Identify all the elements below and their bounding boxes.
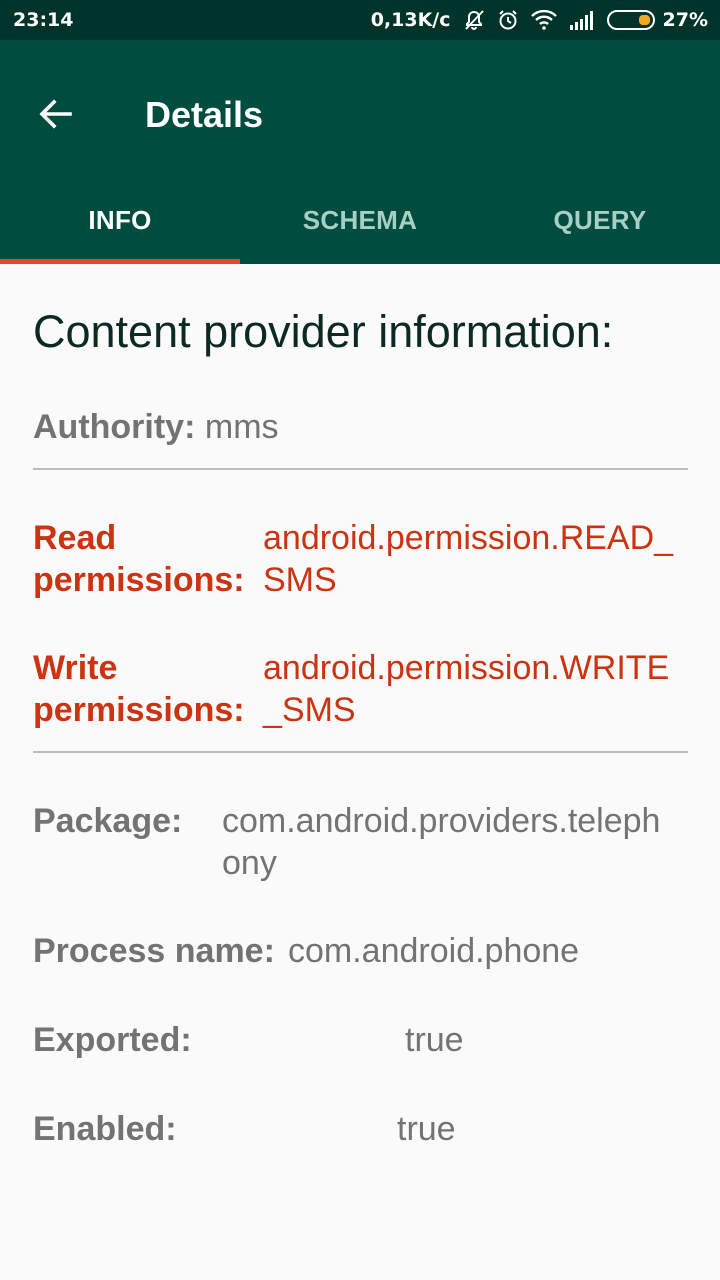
page-title: Details (145, 94, 264, 135)
tab-schema[interactable]: SCHEMA (240, 176, 480, 264)
network-speed: 0,13K/c (370, 9, 451, 31)
read-permissions-value: android.permission.READ_ SMS (263, 519, 674, 599)
write-permissions-row: Write permissions: android.permission.WR… (33, 647, 688, 731)
package-row: Package: com.android.providers.teleph on… (33, 800, 688, 884)
process-name-label: Process name: (33, 932, 275, 970)
enabled-row: Enabled: true (33, 1108, 688, 1150)
back-button[interactable] (28, 86, 84, 142)
write-permissions-label: Write permissions: (33, 649, 245, 729)
exported-label: Exported: (33, 1021, 192, 1059)
read-permissions-row: Read permissions: android.permission.REA… (33, 517, 688, 601)
authority-row: Authority: mms (33, 406, 279, 448)
wifi-icon (530, 10, 557, 30)
tab-info[interactable]: INFO (0, 176, 240, 264)
status-time: 23:14 (13, 9, 74, 31)
divider (33, 751, 688, 753)
status-bar: 23:14 0,13K/c 27% (0, 0, 720, 40)
package-value: com.android.providers.teleph ony (222, 802, 661, 882)
exported-value: true (405, 1021, 464, 1059)
arrow-back-icon (39, 99, 72, 129)
read-permissions-label: Read permissions: (33, 519, 245, 599)
signal-icon (569, 10, 595, 30)
tab-query[interactable]: QUERY (480, 176, 720, 264)
enabled-value: true (397, 1110, 456, 1148)
process-name-row: Process name: com.android.phone (33, 930, 688, 972)
package-label: Package: (33, 802, 183, 840)
mute-icon (463, 9, 485, 31)
divider (33, 468, 688, 470)
battery-icon (606, 10, 655, 30)
authority-value: mms (204, 408, 279, 446)
authority-label: Authority: (33, 408, 196, 446)
app-bar: Details INFO SCHEMA QUERY (0, 40, 720, 264)
battery-level (638, 15, 650, 25)
tab-bar: INFO SCHEMA QUERY (0, 176, 720, 264)
alarm-icon (497, 9, 519, 31)
battery-percent: 27% (662, 9, 708, 31)
process-name-value: com.android.phone (288, 932, 580, 970)
write-permissions-value: android.permission.WRITE _SMS (263, 649, 670, 729)
enabled-label: Enabled: (33, 1110, 177, 1148)
exported-row: Exported: true (33, 1019, 688, 1061)
section-heading: Content provider information: (33, 306, 614, 357)
